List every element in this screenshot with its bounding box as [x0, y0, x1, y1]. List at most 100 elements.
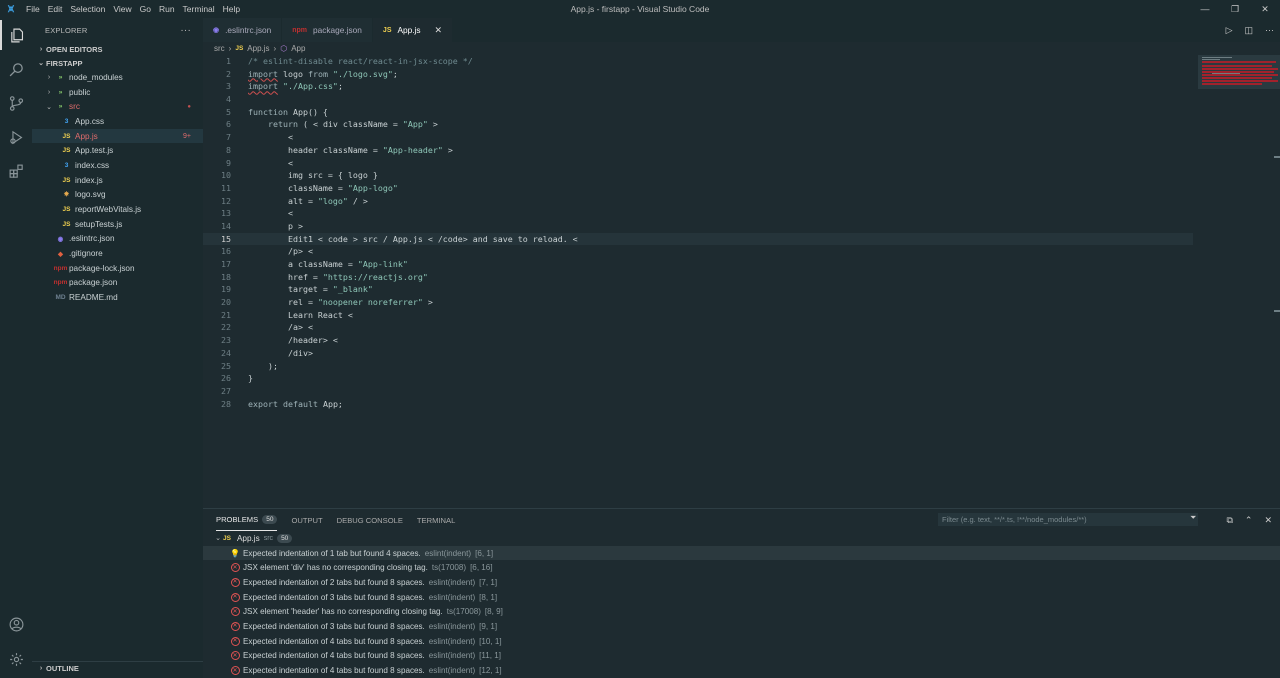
extensions-icon[interactable]	[0, 156, 32, 186]
file-item[interactable]: JS setupTests.js	[32, 217, 203, 232]
menu-item[interactable]: Terminal	[179, 4, 219, 14]
folder-item[interactable]: › » public	[32, 85, 203, 100]
project-section[interactable]: ⌄ FIRSTAPP	[32, 56, 203, 70]
code-line[interactable]: 23 /header> <	[203, 334, 1193, 347]
menu-item[interactable]: Edit	[44, 4, 67, 14]
explorer-icon[interactable]	[0, 20, 32, 50]
account-icon[interactable]	[0, 609, 32, 639]
problem-row[interactable]: ✕ Expected indentation of 3 tabs but foun…	[203, 590, 1280, 605]
code-line[interactable]: 22 /a> <	[203, 321, 1193, 334]
code-line[interactable]: 27	[203, 385, 1193, 398]
breadcrumb-folder[interactable]: src	[214, 44, 225, 53]
maximize-panel-icon[interactable]: ⌃	[1245, 515, 1253, 526]
minimize-icon[interactable]: —	[1190, 0, 1220, 18]
close-tab-icon[interactable]: ✕	[435, 25, 443, 36]
editor-tab[interactable]: npm package.json	[282, 18, 373, 42]
outline-section[interactable]: › OUTLINE	[32, 661, 203, 675]
close-window-icon[interactable]: ✕	[1250, 0, 1280, 18]
settings-gear-icon[interactable]	[0, 644, 32, 674]
file-item[interactable]: JS App.test.js	[32, 143, 203, 158]
file-item[interactable]: 3 App.css	[32, 114, 203, 129]
code-line[interactable]: 15 Edit1 < code > src / App.js < /code> …	[203, 232, 1193, 246]
file-item[interactable]: JS reportWebVitals.js	[32, 202, 203, 217]
problem-row[interactable]: ✕ JSX element 'div' has no corresponding …	[203, 560, 1280, 575]
file-item[interactable]: npm package.json	[32, 276, 203, 291]
code-line[interactable]: 9 <	[203, 157, 1193, 170]
minimap[interactable]	[1198, 55, 1280, 508]
problem-row[interactable]: ✕ Expected indentation of 4 tabs but foun…	[203, 663, 1280, 678]
problem-row[interactable]: ✕ Expected indentation of 2 tabs but foun…	[203, 575, 1280, 590]
editor-scrollbar[interactable]	[1274, 55, 1280, 508]
panel-tab[interactable]: TERMINAL	[417, 509, 455, 531]
menu-item[interactable]: Run	[155, 4, 179, 14]
code-line[interactable]: 24 /div>	[203, 347, 1193, 360]
code-line[interactable]: 2 import logo from "./logo.svg";	[203, 68, 1193, 81]
code-line[interactable]: 3 import "./App.css";	[203, 80, 1193, 93]
open-editors-section[interactable]: › OPEN EDITORS	[32, 42, 203, 56]
code-line[interactable]: 20 rel = "noopener noreferrer" >	[203, 296, 1193, 309]
code-line[interactable]: 14 p >	[203, 220, 1193, 233]
problem-row[interactable]: ✕ Expected indentation of 4 tabs but foun…	[203, 649, 1280, 664]
editor-tab[interactable]: ◉ .eslintrc.json	[203, 18, 283, 42]
breadcrumb-file[interactable]: App.js	[247, 44, 269, 53]
code-line[interactable]: 6 return ( < div className = "App" >	[203, 118, 1193, 131]
panel-tab[interactable]: PROBLEMS 50	[216, 509, 278, 531]
file-item[interactable]: npm package-lock.json	[32, 261, 203, 276]
code-line[interactable]: 19 target = "_blank"	[203, 283, 1193, 296]
collapse-all-icon[interactable]: ⧉	[1226, 515, 1232, 526]
code-line[interactable]: 17 a className = "App-link"	[203, 258, 1193, 271]
panel-tab[interactable]: DEBUG CONSOLE	[337, 509, 403, 531]
menu-item[interactable]: Selection	[66, 4, 109, 14]
file-item[interactable]: JS index.js	[32, 173, 203, 188]
file-item[interactable]: ◉ .eslintrc.json	[32, 232, 203, 247]
file-item[interactable]: JS App.js 9+	[32, 128, 203, 144]
folder-item[interactable]: ⌄ » src ●	[32, 99, 203, 114]
code-line[interactable]: 8 header className = "App-header" >	[203, 144, 1193, 157]
run-debug-icon[interactable]	[0, 122, 32, 152]
close-panel-icon[interactable]: ✕	[1264, 515, 1272, 526]
code-editor[interactable]: 1 /* eslint-disable react/react-in-jsx-sc…	[203, 55, 1193, 410]
code-line[interactable]: 4	[203, 93, 1193, 106]
breadcrumb-symbol[interactable]: App	[291, 44, 305, 53]
problem-row[interactable]: ✕ Expected indentation of 3 tabs but foun…	[203, 619, 1280, 634]
code-line[interactable]: 25 );	[203, 360, 1193, 373]
menu-item[interactable]: Go	[136, 4, 155, 14]
problem-file-row[interactable]: ⌄ JS App.js src 50	[203, 531, 1280, 546]
file-item[interactable]: ⎈ logo.svg	[32, 188, 203, 203]
file-item[interactable]: 3 index.css	[32, 158, 203, 173]
code-line[interactable]: 13 <	[203, 207, 1193, 220]
code-text: rel = "noopener noreferrer" >	[248, 297, 433, 308]
code-line[interactable]: 21 Learn React <	[203, 309, 1193, 322]
file-item[interactable]: MD README.md	[32, 290, 203, 305]
menu-item[interactable]: File	[22, 4, 44, 14]
problem-source: eslint(indent)	[428, 621, 476, 631]
run-icon[interactable]: ▷	[1226, 25, 1233, 36]
menu-item[interactable]: Help	[219, 4, 244, 14]
code-line[interactable]: 28 export default App;	[203, 398, 1193, 411]
editor-tab[interactable]: JS App.js ✕	[372, 18, 454, 42]
panel-tab[interactable]: OUTPUT	[291, 509, 322, 531]
folder-item[interactable]: › » node_modules	[32, 70, 203, 85]
code-line[interactable]: 18 href = "https://reactjs.org"	[203, 271, 1193, 284]
code-line[interactable]: 1 /* eslint-disable react/react-in-jsx-sc…	[203, 55, 1193, 68]
code-line[interactable]: 12 alt = "logo" / >	[203, 195, 1193, 208]
code-line[interactable]: 11 className = "App-logo"	[203, 182, 1193, 195]
menu-item[interactable]: View	[109, 4, 135, 14]
code-line[interactable]: 7 <	[203, 131, 1193, 144]
filter-icon[interactable]: ⏷	[1190, 513, 1196, 523]
problems-filter-input[interactable]: Filter (e.g. text, **/*.ts, !**/node_mod…	[938, 513, 1198, 526]
problem-row[interactable]: ✕ Expected indentation of 4 tabs but foun…	[203, 634, 1280, 649]
code-line[interactable]: 5 function App() {	[203, 106, 1193, 119]
more-actions-icon[interactable]: ···	[180, 25, 191, 36]
split-editor-icon[interactable]: ◫	[1244, 25, 1253, 36]
problem-row[interactable]: 💡 Expected indentation of 1 tab but found…	[203, 545, 1280, 561]
problem-row[interactable]: ✕ JSX element 'header' has no correspondi…	[203, 604, 1280, 619]
more-actions-icon[interactable]: ···	[1265, 25, 1274, 35]
file-item[interactable]: ◆ .gitignore	[32, 246, 203, 261]
restore-icon[interactable]: ❐	[1220, 0, 1250, 18]
code-line[interactable]: 10 img src = { logo }	[203, 169, 1193, 182]
source-control-icon[interactable]	[0, 88, 32, 118]
code-line[interactable]: 16 /p> <	[203, 245, 1193, 258]
search-icon[interactable]	[0, 54, 32, 84]
code-line[interactable]: 26}	[203, 372, 1193, 385]
